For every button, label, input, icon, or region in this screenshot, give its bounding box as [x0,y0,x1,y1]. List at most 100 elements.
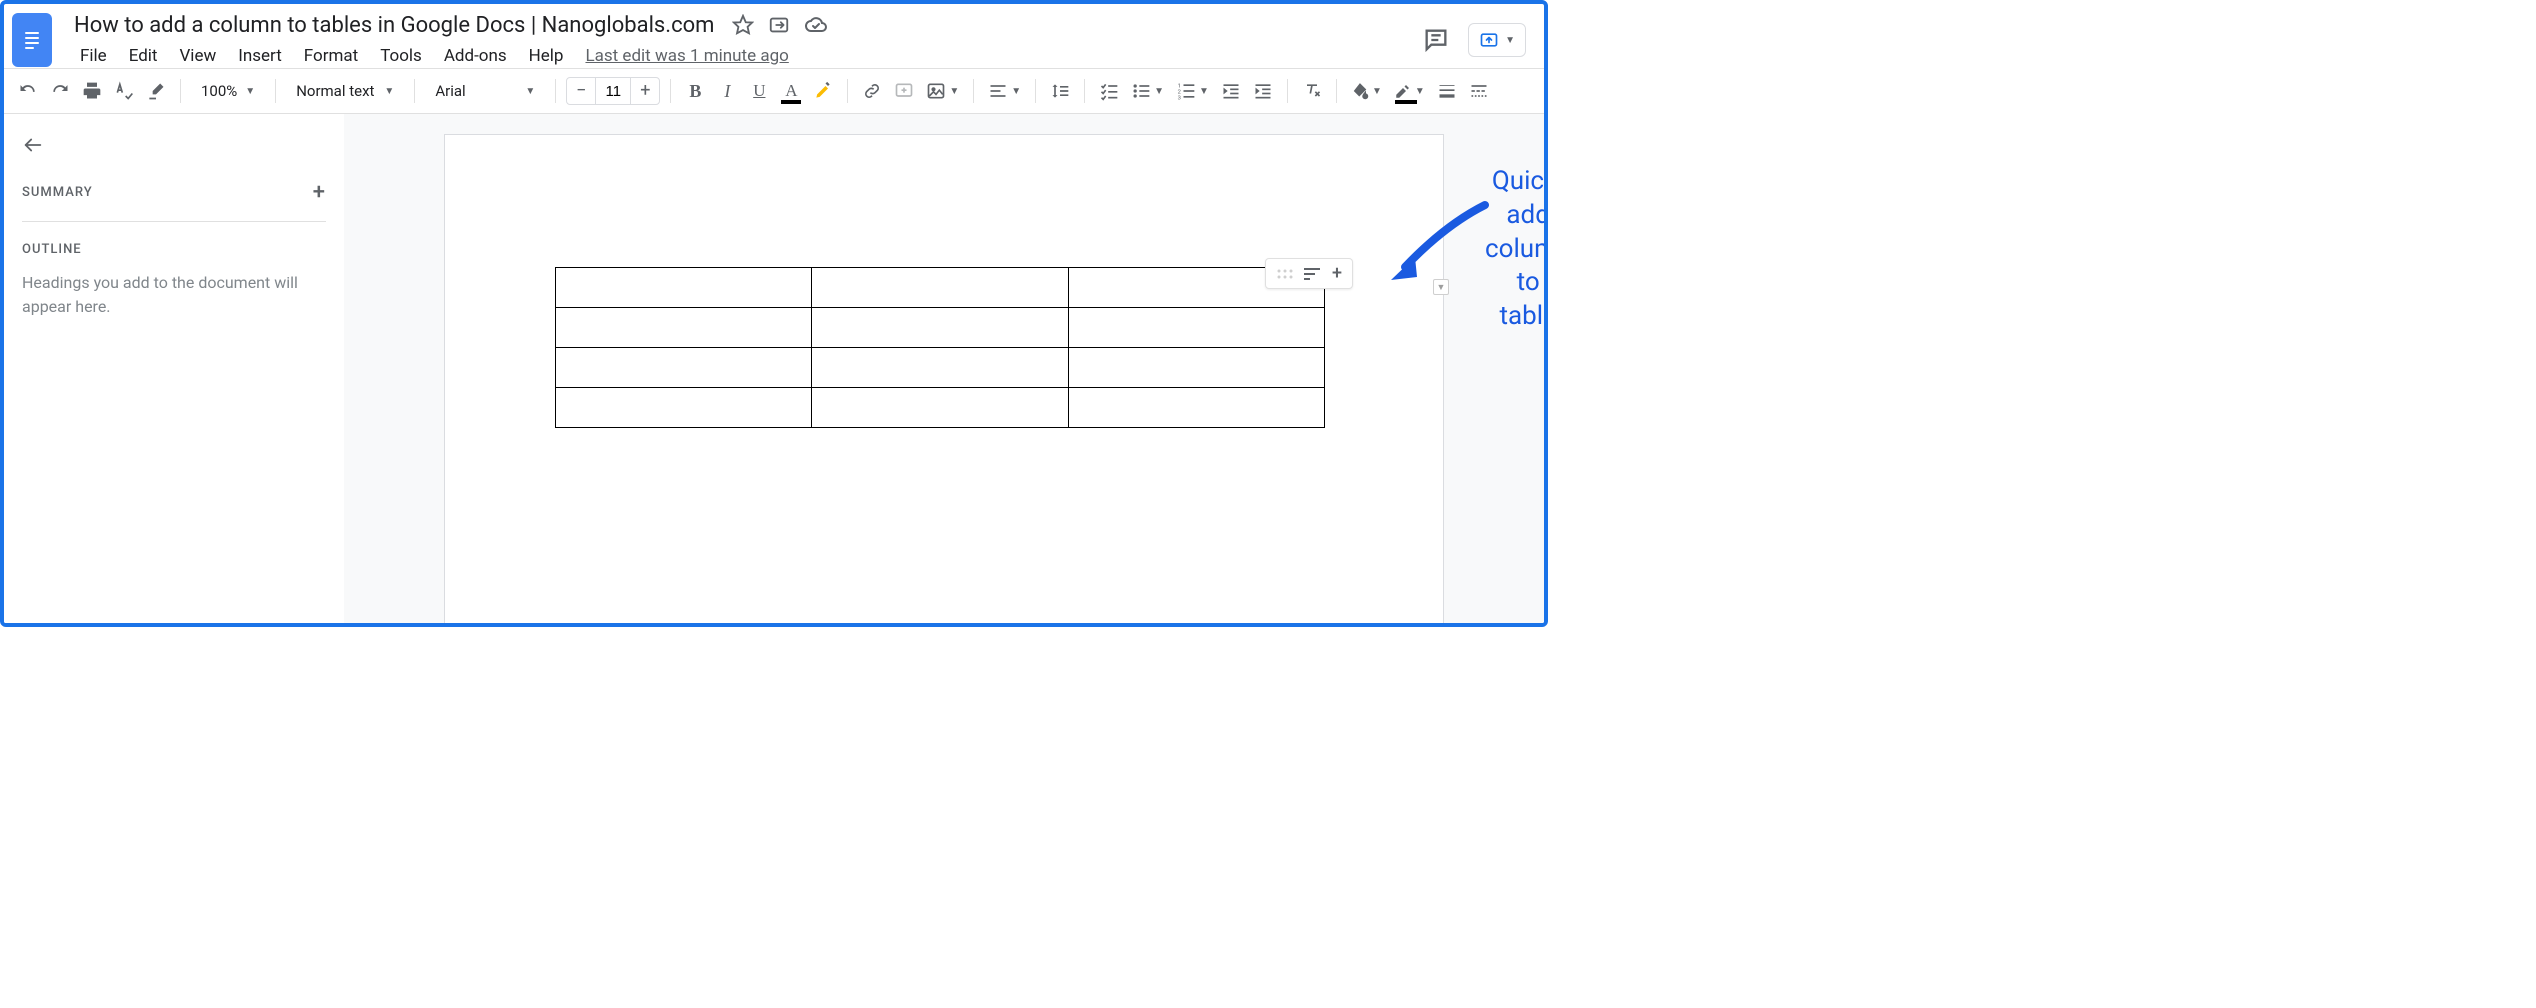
checklist-button[interactable] [1095,76,1123,106]
table-cell[interactable] [556,348,812,388]
separator [670,79,671,103]
clear-formatting-button[interactable] [1298,76,1326,106]
font-size-group: − + [566,77,660,105]
font-size-input[interactable] [595,78,631,104]
numbered-list-button[interactable]: 123▼ [1172,76,1213,106]
star-icon[interactable] [732,14,754,36]
move-icon[interactable] [768,14,790,36]
decrease-indent-button[interactable] [1217,76,1245,106]
table-cell[interactable] [556,308,812,348]
document-table[interactable] [555,267,1325,428]
chevron-down-icon: ▼ [1011,86,1021,97]
toolbar: 100%▼ Normal text▼ Arial▼ − + B I U A ▼ … [4,68,1544,114]
docs-logo[interactable] [12,13,52,67]
menu-view[interactable]: View [169,42,226,70]
separator [1084,79,1085,103]
cloud-saved-icon[interactable] [804,13,828,37]
menu-help[interactable]: Help [519,42,574,70]
underline-button[interactable]: U [745,76,773,106]
page[interactable]: + ▼ Quick-add column to table [444,134,1444,623]
table-row[interactable] [556,388,1325,428]
share-present-button[interactable]: ▼ [1468,23,1526,57]
summary-label: SUMMARY [22,185,93,200]
table-cell[interactable] [812,388,1068,428]
separator [973,79,974,103]
separator [555,79,556,103]
table-cell[interactable] [812,348,1068,388]
table-row[interactable] [556,308,1325,348]
sort-icon[interactable] [1304,267,1322,281]
chevron-down-icon: ▼ [1154,86,1164,97]
add-comment-button[interactable] [890,76,918,106]
separator [847,79,848,103]
table-cell[interactable] [1068,348,1324,388]
highlight-color-button[interactable] [809,76,837,106]
menubar: File Edit View Insert Format Tools Add-o… [70,40,1422,70]
separator [180,79,181,103]
table-cell[interactable] [1068,308,1324,348]
increase-indent-button[interactable] [1249,76,1277,106]
chevron-down-icon: ▼ [245,86,255,97]
body-area: SUMMARY + OUTLINE Headings you add to th… [4,114,1544,623]
separator [275,79,276,103]
outline-label: OUTLINE [22,242,326,257]
spellcheck-button[interactable] [110,76,138,106]
bulleted-list-button[interactable]: ▼ [1127,76,1168,106]
document-canvas[interactable]: + ▼ Quick-add column to table [344,114,1544,623]
table-cell[interactable] [556,268,812,308]
separator [1336,79,1337,103]
outline-sidebar: SUMMARY + OUTLINE Headings you add to th… [4,114,344,623]
last-edit-link[interactable]: Last edit was 1 minute ago [585,46,788,66]
table-cell[interactable] [812,268,1068,308]
titlebar: How to add a column to tables in Google … [4,4,1544,68]
menu-tools[interactable]: Tools [370,42,432,70]
border-width-button[interactable] [1433,76,1461,106]
zoom-select[interactable]: 100%▼ [191,82,265,100]
redo-button[interactable] [46,76,74,106]
border-style-button[interactable] [1465,76,1493,106]
insert-image-button[interactable]: ▼ [922,76,963,106]
paint-format-button[interactable] [142,76,170,106]
add-column-button[interactable]: + [1332,263,1342,284]
menu-addons[interactable]: Add-ons [434,42,517,70]
table-row[interactable] [556,268,1325,308]
table-cell[interactable] [812,308,1068,348]
document-title[interactable]: How to add a column to tables in Google … [70,11,718,40]
separator [1287,79,1288,103]
print-button[interactable] [78,76,106,106]
comments-icon[interactable] [1422,26,1450,54]
table-options-caret[interactable]: ▼ [1433,279,1449,295]
text-color-button[interactable]: A [777,76,805,106]
fill-color-button[interactable]: ▼ [1347,76,1386,106]
annotation-arrow-icon [1385,195,1495,285]
paragraph-style-select[interactable]: Normal text▼ [286,82,404,100]
insert-link-button[interactable] [858,76,886,106]
line-spacing-button[interactable] [1046,76,1074,106]
column-hover-widget: + [1265,258,1353,289]
drag-handle-icon[interactable] [1276,268,1294,280]
back-arrow-icon[interactable] [22,134,326,156]
annotation-label: Quick-add column to table [1485,165,1544,334]
separator [414,79,415,103]
font-size-increase[interactable]: + [631,82,659,100]
app-frame: How to add a column to tables in Google … [0,0,1548,627]
bold-button[interactable]: B [681,76,709,106]
docs-file-icon [22,27,42,53]
font-size-decrease[interactable]: − [567,82,595,100]
chevron-down-icon: ▼ [384,86,394,97]
chevron-down-icon: ▼ [1372,86,1382,97]
add-summary-button[interactable]: + [313,180,326,205]
table-row[interactable] [556,348,1325,388]
menu-format[interactable]: Format [294,42,368,70]
font-select[interactable]: Arial▼ [425,82,545,100]
border-color-button[interactable]: ▼ [1390,76,1429,106]
align-button[interactable]: ▼ [984,76,1025,106]
menu-edit[interactable]: Edit [119,42,168,70]
menu-file[interactable]: File [70,42,117,70]
undo-button[interactable] [14,76,42,106]
italic-button[interactable]: I [713,76,741,106]
table-cell[interactable] [556,388,812,428]
table-cell[interactable] [1068,388,1324,428]
separator [1035,79,1036,103]
menu-insert[interactable]: Insert [228,42,292,70]
